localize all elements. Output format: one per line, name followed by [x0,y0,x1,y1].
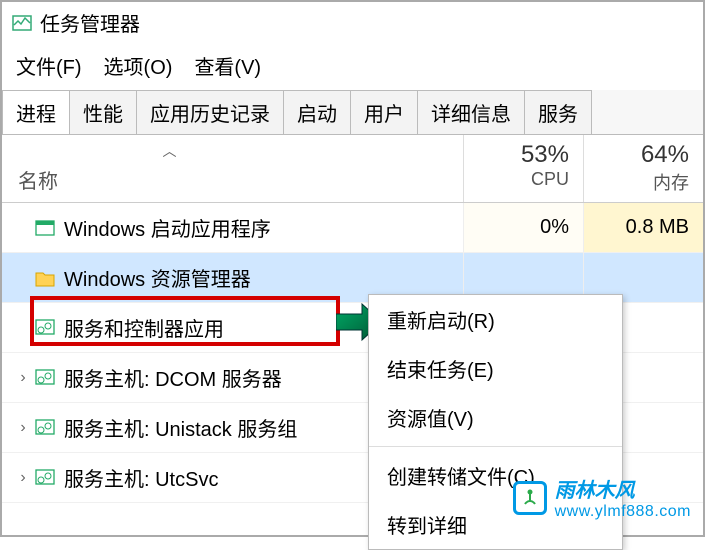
menu-bar: 文件(F) 选项(O) 查看(V) [2,43,703,90]
menu-item-end-task[interactable]: 结束任务(E) [369,344,622,393]
cpu-percent: 53% [470,141,569,169]
watermark-name: 雨林木风 [555,474,691,503]
menu-separator [369,446,622,447]
row-expander[interactable]: › [12,369,34,387]
service-host-icon [34,367,56,389]
tab-processes[interactable]: 进程 [2,90,70,134]
menu-item-resource-values[interactable]: 资源值(V) [369,393,622,442]
watermark-url: www.ylmf888.com [555,503,691,521]
process-name: Windows 资源管理器 [64,263,463,292]
cpu-cell: 0% [463,203,583,252]
service-app-icon [34,317,56,339]
title-bar: 任务管理器 [2,2,703,43]
process-name: Windows 启动应用程序 [64,213,463,242]
table-row[interactable]: Windows 启动应用程序 0% 0.8 MB [2,203,703,253]
tab-startup[interactable]: 启动 [283,90,351,134]
menu-item-restart[interactable]: 重新启动(R) [369,295,622,344]
tab-users[interactable]: 用户 [350,90,418,134]
mem-cell: 0.8 MB [583,203,703,252]
watermark: 雨林木风 www.ylmf888.com [513,474,691,521]
window-app-icon [34,217,56,239]
tab-details[interactable]: 详细信息 [417,90,525,134]
col-name-label: 名称 [18,165,58,194]
col-name-header[interactable]: ︿ 名称 [2,135,463,202]
service-host-icon [34,467,56,489]
tab-performance[interactable]: 性能 [69,90,137,134]
menu-options[interactable]: 选项(O) [104,51,173,80]
menu-view[interactable]: 查看(V) [194,51,261,80]
menu-file[interactable]: 文件(F) [16,51,82,80]
watermark-icon [513,481,547,515]
tab-strip: 进程 性能 应用历史记录 启动 用户 详细信息 服务 [2,90,703,135]
mem-percent: 64% [590,141,689,169]
cpu-label: CPU [470,169,569,190]
tab-services[interactable]: 服务 [524,90,592,134]
mem-label: 内存 [590,169,689,195]
column-headers: ︿ 名称 53% CPU 64% 内存 [2,135,703,203]
window-title: 任务管理器 [40,8,140,37]
col-cpu-header[interactable]: 53% CPU [463,135,583,202]
service-host-icon [34,417,56,439]
col-mem-header[interactable]: 64% 内存 [583,135,703,202]
task-manager-icon [12,13,32,33]
row-expander[interactable]: › [12,469,34,487]
tab-app-history[interactable]: 应用历史记录 [136,90,284,134]
row-expander[interactable]: › [12,419,34,437]
sort-indicator-icon: ︿ [163,141,177,161]
explorer-icon [34,267,56,289]
